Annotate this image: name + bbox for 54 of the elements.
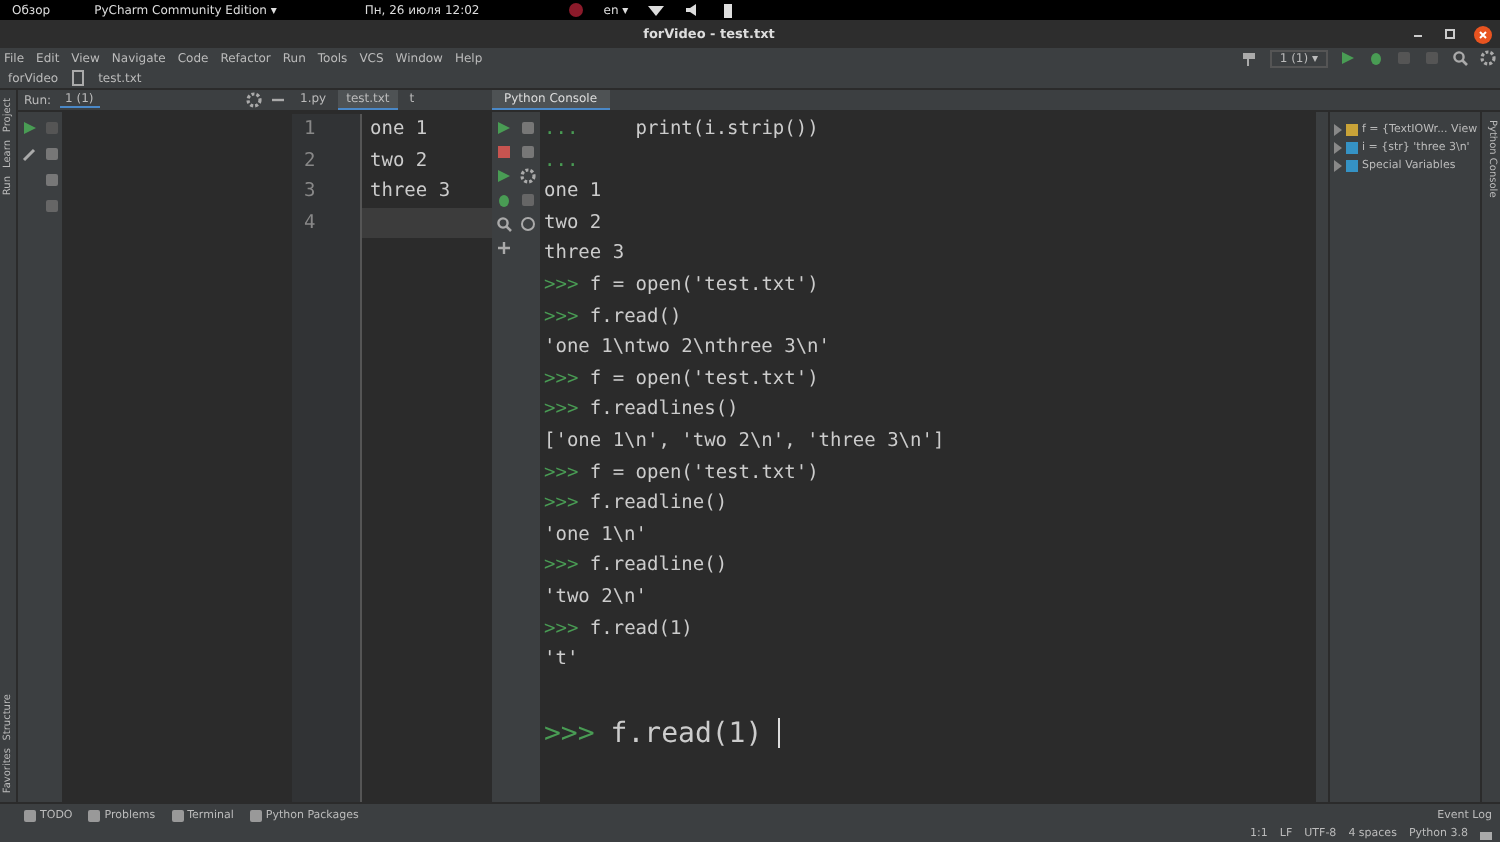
settings-icon[interactable] bbox=[1480, 50, 1496, 66]
line-number: 2 bbox=[302, 147, 318, 176]
debug-icon[interactable] bbox=[1368, 50, 1384, 66]
console-output-line: one 1 bbox=[544, 180, 602, 203]
prompt-marker: >>> bbox=[544, 492, 579, 515]
console-output-line: 't' bbox=[544, 648, 579, 671]
prompt-marker: >>> bbox=[544, 305, 579, 328]
line-number: 4 bbox=[302, 209, 318, 238]
code-line: two 2 bbox=[368, 147, 430, 176]
record-icon[interactable] bbox=[567, 2, 584, 18]
prompt-marker: >>> bbox=[544, 554, 579, 577]
console-output-line: 'one 1\ntwo 2\nthree 3\n' bbox=[544, 336, 830, 359]
console-input-line: f = open('test.txt') bbox=[589, 273, 819, 296]
search-icon[interactable] bbox=[496, 216, 512, 232]
console-input-line: f = open('test.txt') bbox=[589, 461, 819, 484]
add-icon[interactable] bbox=[496, 240, 512, 256]
settings-icon[interactable] bbox=[246, 92, 262, 108]
rerun-icon[interactable] bbox=[21, 120, 37, 136]
console-input-line: f.read(1) bbox=[589, 617, 693, 639]
battery-icon[interactable] bbox=[720, 2, 737, 18]
console-input-line: print(i.strip()) bbox=[633, 118, 819, 140]
console-output-line: two 2 bbox=[544, 211, 602, 234]
continuation-marker: ... bbox=[544, 149, 579, 172]
prompt-marker: >>> bbox=[544, 715, 595, 754]
prompt-marker: >>> bbox=[544, 398, 579, 421]
continuation-marker: ... bbox=[544, 118, 579, 140]
line-number: 3 bbox=[302, 178, 318, 207]
debug-icon[interactable] bbox=[496, 192, 512, 208]
code-line: one 1 bbox=[368, 116, 430, 144]
prompt-marker: >>> bbox=[544, 461, 579, 484]
console-output-line: three 3 bbox=[544, 242, 625, 265]
close-icon[interactable] bbox=[1474, 25, 1493, 43]
hammer-icon[interactable] bbox=[1241, 50, 1258, 66]
console-input-line: f = open('test.txt') bbox=[589, 367, 819, 390]
run-icon[interactable] bbox=[496, 168, 512, 184]
console-input-line: f.read() bbox=[589, 305, 682, 328]
prompt-marker: >>> bbox=[544, 367, 579, 390]
console-output-line: 'two 2\n' bbox=[544, 585, 647, 608]
console-input-line: f.readlines() bbox=[589, 398, 739, 421]
prompt-marker: >>> bbox=[544, 617, 579, 639]
console-output-line: 'one 1\n' bbox=[544, 523, 647, 546]
console-output-line: ['one 1\n', 'two 2\n', 'three 3\n'] bbox=[544, 429, 945, 452]
console-input-line: f.readline() bbox=[589, 554, 728, 577]
file-icon[interactable] bbox=[70, 70, 87, 86]
console-input-field[interactable]: f.read(1) bbox=[610, 711, 763, 756]
console-input-line: f.readline() bbox=[589, 492, 728, 515]
code-line: three 3 bbox=[368, 178, 453, 207]
settings-icon[interactable] bbox=[520, 168, 536, 184]
search-icon[interactable] bbox=[1452, 50, 1468, 66]
prompt-marker: >>> bbox=[544, 273, 579, 296]
clock-icon[interactable] bbox=[520, 216, 536, 232]
rerun-icon[interactable] bbox=[496, 120, 512, 136]
maximize-icon[interactable] bbox=[1442, 26, 1459, 42]
line-number: 1 bbox=[302, 116, 318, 144]
